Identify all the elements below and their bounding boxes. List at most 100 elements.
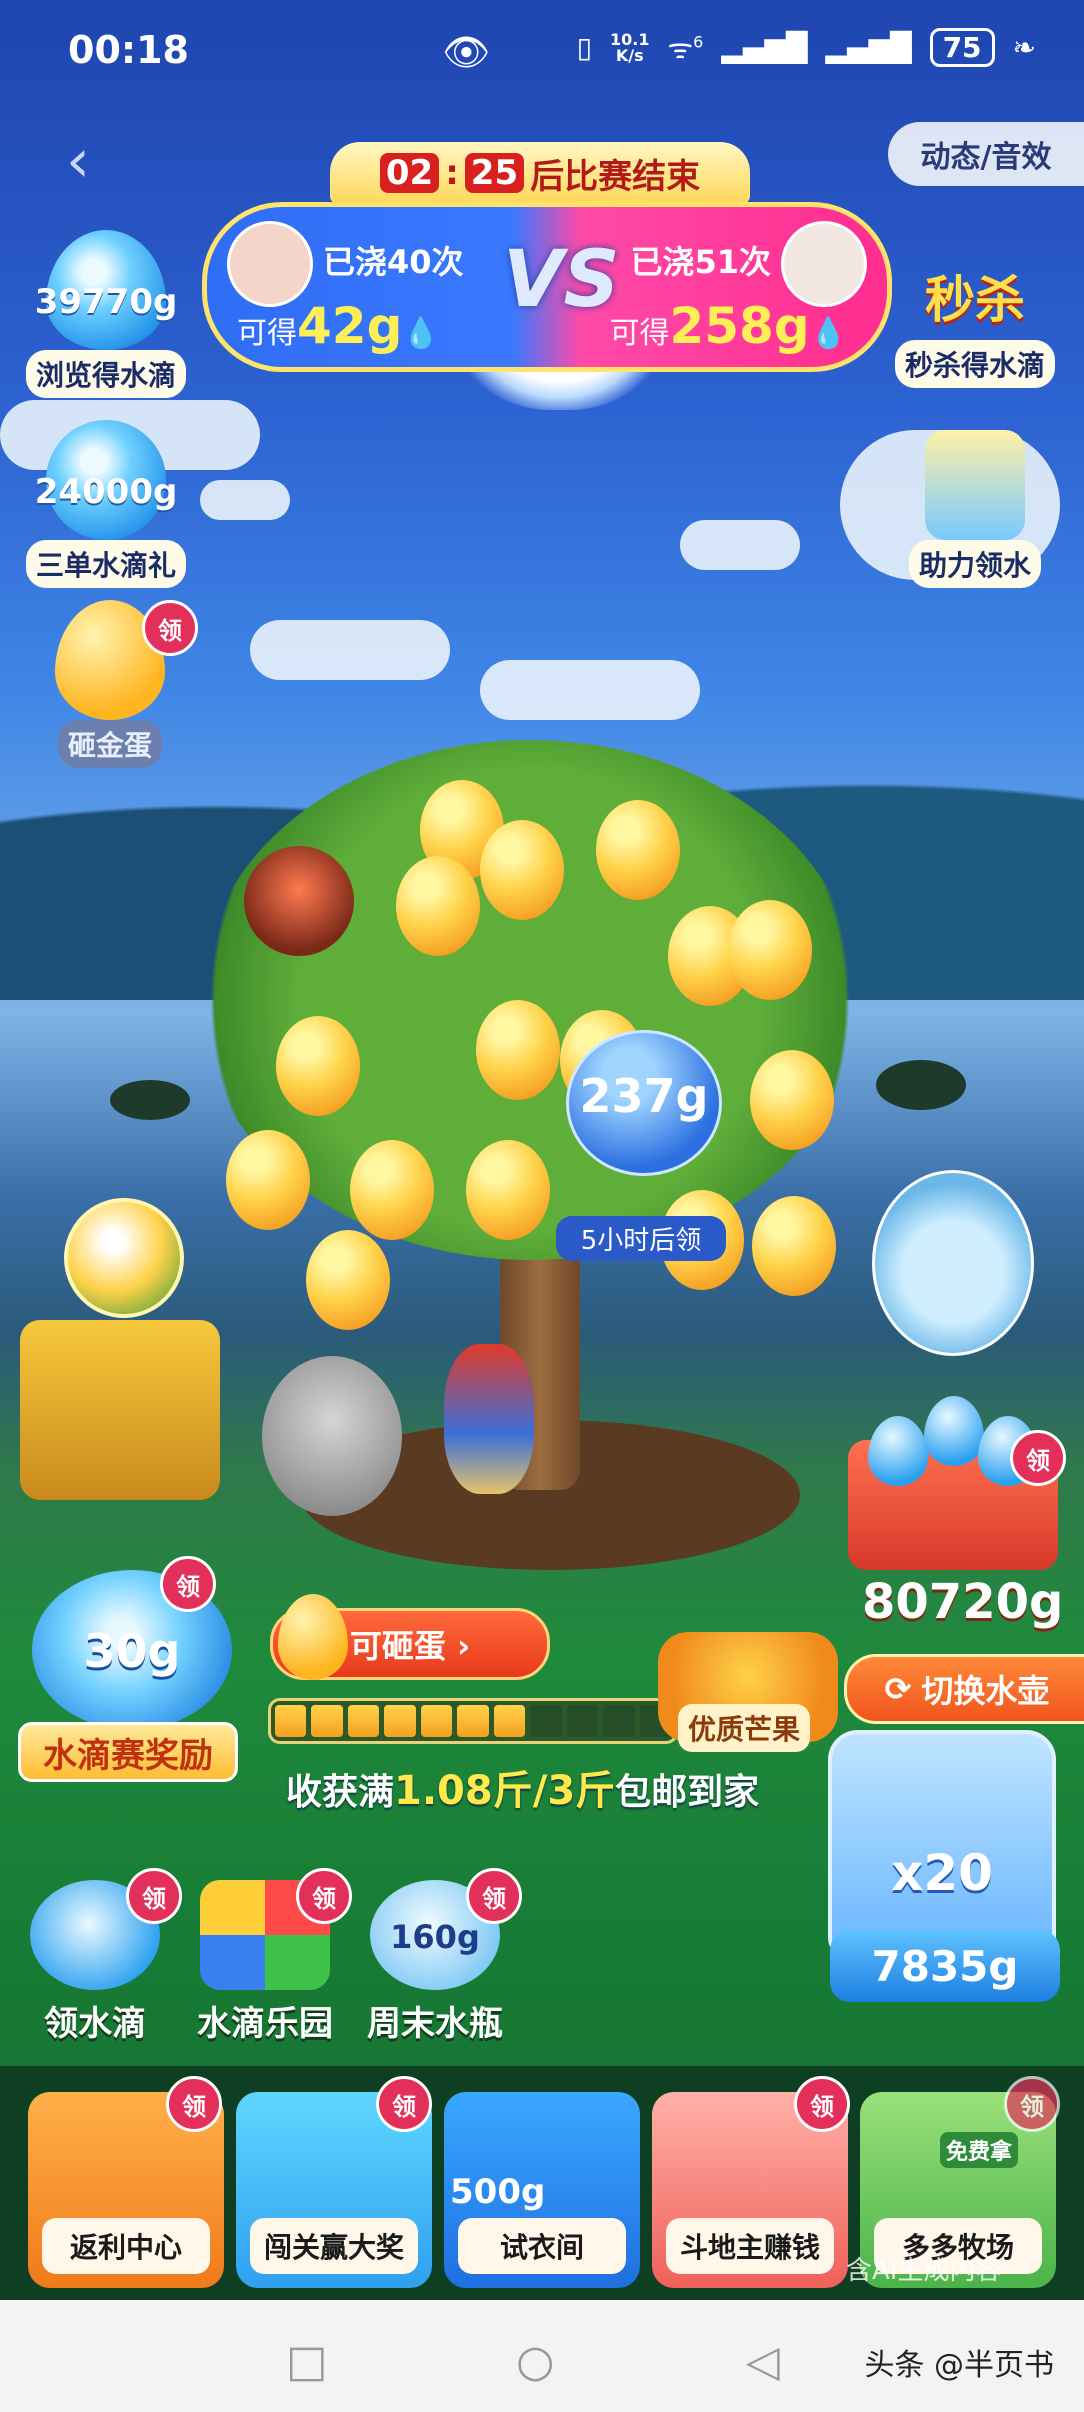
fitting-room-card[interactable]: 500g 试衣间 xyxy=(444,2092,640,2288)
watering-can[interactable]: x20 xyxy=(828,1730,1056,1958)
progress-segment xyxy=(311,1705,343,1737)
action-label: 水滴乐园 xyxy=(197,2004,333,2044)
ai-content-note: 含AI生成内容 xyxy=(846,2256,1002,2286)
claim-badge: 领 xyxy=(376,2076,432,2132)
progress-segment xyxy=(530,1705,562,1737)
mango-fruit xyxy=(466,1140,550,1240)
free-tag: 免费拿 xyxy=(940,2132,1019,2168)
vibrate-icon: ▯ xyxy=(576,31,593,64)
countdown-seconds: 25 xyxy=(464,153,525,193)
charging-icon: ❧ xyxy=(1012,31,1036,64)
mango-fruit xyxy=(750,1050,834,1150)
cloud xyxy=(200,480,290,520)
cloud xyxy=(480,660,700,720)
flame-icon: 秒杀 xyxy=(925,271,1025,329)
water-balance[interactable]: 7835g xyxy=(830,1930,1060,2002)
cow-silhouette xyxy=(876,1060,966,1110)
action-label: 周末水瓶 xyxy=(367,2004,503,2044)
badge-label: 砸金蛋 xyxy=(57,720,162,768)
water-bottle-reward[interactable]: 237g xyxy=(566,1030,722,1176)
three-orders-badge[interactable]: 24000g 三单水滴礼 xyxy=(16,420,196,588)
mango-fruit xyxy=(306,1230,390,1330)
wifi-icon: ᯤ6 xyxy=(667,31,704,65)
avatar xyxy=(781,221,867,307)
progress-segment xyxy=(347,1705,380,1737)
golden-egg-badge[interactable]: 砸金蛋 领 xyxy=(30,600,198,768)
reward-value: 30g xyxy=(83,1624,181,1678)
card-label: 斗地主赚钱 xyxy=(666,2218,834,2274)
system-nav-bar: □ ○ ◁ 头条 @半页书 xyxy=(0,2300,1084,2412)
status-icons: ▯ 10.1 K/s ᯤ6 ▂▄▆█ ▂▄▆█ 75 ❧ xyxy=(577,28,1036,67)
mango-fruit xyxy=(226,1130,310,1230)
card-label: 闯关赢大奖 xyxy=(250,2218,418,2274)
mango-fruit xyxy=(728,900,812,1000)
progress-segment xyxy=(384,1705,416,1737)
versus-panel: 已浇40次 可得42g💧 VS 已浇51次 可得258g💧 xyxy=(202,202,892,372)
flash-sale-badge[interactable]: 秒杀 秒杀得水滴 xyxy=(880,230,1070,388)
home-icon[interactable]: ○ xyxy=(516,2336,554,2387)
progress-segment xyxy=(603,1705,635,1737)
progress-segment xyxy=(566,1705,599,1737)
card-label: 试衣间 xyxy=(458,2218,626,2274)
harvest-progress-bar xyxy=(268,1698,678,1744)
bottle-countdown-note: 5小时后领 xyxy=(556,1216,726,1261)
help-water-badge[interactable]: 助力领水 xyxy=(890,430,1060,588)
droplet-icon: 💧 xyxy=(809,316,847,351)
fishbowl-with-dog[interactable] xyxy=(872,1170,1034,1356)
badge-label: 浏览得水滴 xyxy=(25,350,186,398)
claim-badge: 领 xyxy=(1004,2076,1060,2132)
badge-label: 秒杀得水滴 xyxy=(894,340,1055,388)
progress-segment xyxy=(275,1705,307,1737)
bird-character xyxy=(244,846,354,956)
claim-badge: 领 xyxy=(296,1868,352,1924)
switch-kettle-button[interactable]: ⟳ 切换水壶 xyxy=(844,1654,1084,1724)
signal-icon: ▂▄▆█ xyxy=(721,31,808,64)
back-icon[interactable]: ‹ xyxy=(66,126,90,196)
water-bottle-icon xyxy=(925,430,1025,540)
claim-badge: 领 xyxy=(166,2076,222,2132)
droplet-icon: 💧 xyxy=(402,316,440,351)
mango-fruit xyxy=(350,1140,434,1240)
watermark: 头条 @半页书 xyxy=(864,2348,1054,2383)
get-water-drops-button[interactable]: 领水滴 领 xyxy=(20,1868,182,2045)
effects-toggle-button[interactable]: 动态/音效 xyxy=(888,122,1084,186)
quick-actions-row: 领水滴 领 水滴乐园 领 160g 周末水瓶 领 xyxy=(20,1868,540,2044)
claim-badge: 领 xyxy=(794,2076,850,2132)
koala-character xyxy=(262,1356,402,1516)
woodpecker-character xyxy=(444,1344,534,1494)
mango-fruit xyxy=(752,1196,836,1296)
battery-indicator: 75 xyxy=(929,28,995,67)
water-multiplier: x20 xyxy=(891,1844,993,1902)
badge-grams: 24000g xyxy=(34,472,178,512)
progress-segment xyxy=(457,1705,489,1737)
gain-text: 可得258g💧 xyxy=(609,297,847,355)
clock: 00:18 xyxy=(68,28,189,72)
mango-basket-label[interactable]: 优质芒果 xyxy=(678,1704,811,1752)
browse-water-badge[interactable]: 39770g 浏览得水滴 xyxy=(16,230,196,398)
mango-fruit xyxy=(276,1016,360,1116)
match-reward-label[interactable]: 水滴赛奖励 xyxy=(18,1722,238,1782)
badge-label: 助力领水 xyxy=(908,540,1041,588)
net-speed: 10.1 K/s xyxy=(610,29,650,65)
player-left: 已浇40次 可得42g💧 xyxy=(227,207,547,367)
cart-amount: 80720g xyxy=(862,1574,1064,1630)
cloud xyxy=(680,520,800,570)
back-nav-icon[interactable]: ◁ xyxy=(746,2336,780,2387)
claim-badge: 领 xyxy=(142,600,198,656)
water-park-button[interactable]: 水滴乐园 领 xyxy=(190,1868,352,2045)
corn-icon[interactable] xyxy=(64,1198,184,1318)
signal-icon: ▂▄▆█ xyxy=(825,31,912,64)
mango-fruit xyxy=(476,1000,560,1100)
claim-badge: 领 xyxy=(126,1868,182,1924)
corn-field[interactable] xyxy=(20,1320,220,1500)
weekend-bottle-button[interactable]: 160g 周末水瓶 领 xyxy=(360,1868,522,2045)
badge-grams: 39770g xyxy=(34,282,178,322)
mango-fruit xyxy=(396,856,480,956)
watered-count: 已浇51次 xyxy=(630,243,771,281)
refresh-icon: ⟳ xyxy=(884,1670,912,1708)
badge-label: 三单水滴礼 xyxy=(25,540,186,588)
harvest-text: 收获满1.08斤/3斤包邮到家 xyxy=(286,1768,760,1814)
status-bar: 00:18 👁 ▯ 10.1 K/s ᯤ6 ▂▄▆█ ▂▄▆█ 75 ❧ xyxy=(0,0,1084,110)
match-countdown: 02 : 25 后比赛结束 xyxy=(330,142,750,204)
recents-icon[interactable]: □ xyxy=(286,2336,328,2387)
